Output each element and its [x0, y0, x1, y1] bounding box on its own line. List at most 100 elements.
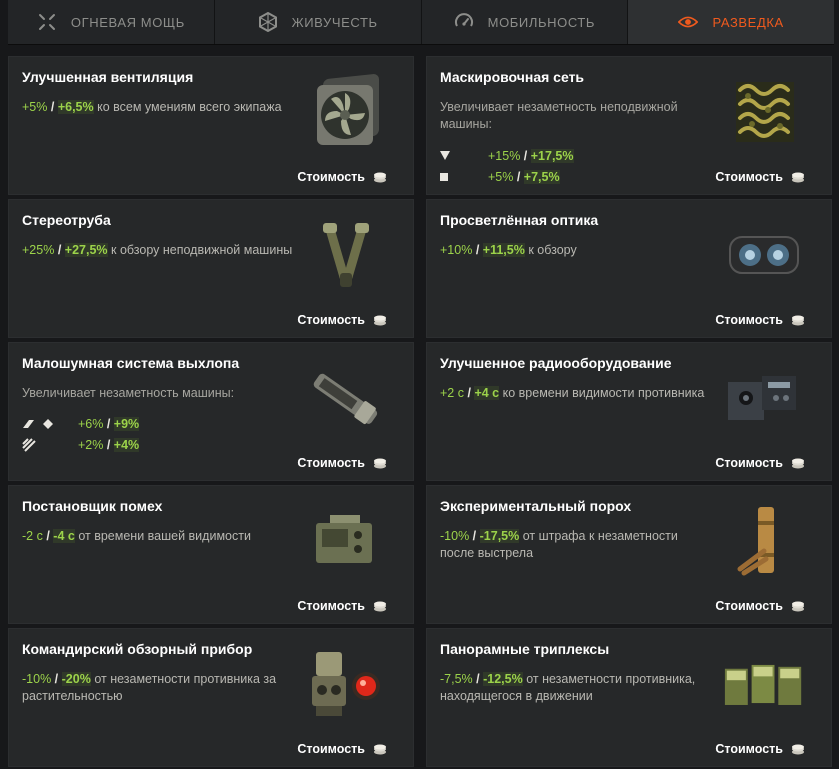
- coin-stack-icon: [791, 172, 805, 183]
- triangle-down-icon: [440, 151, 488, 160]
- base-value: +25%: [22, 243, 55, 257]
- cost-label: Стоимость: [715, 742, 783, 756]
- card-title: Просветлённая оптика: [440, 212, 599, 228]
- stat-row: +15% / +17,5%: [440, 145, 640, 166]
- bonus-value: -12,5%: [483, 672, 523, 686]
- card-description: +2 с / +4 с ко времени видимости противн…: [440, 386, 705, 400]
- equipment-card-coated-optics[interactable]: Просветлённая оптика +10% / +11,5% к обз…: [426, 199, 832, 338]
- tab-mobility[interactable]: МОБИЛЬНОСТЬ: [422, 0, 629, 44]
- card-title: Улучшенная вентиляция: [22, 69, 194, 85]
- exhaust-system-icon: [305, 357, 387, 439]
- card-description: +10% / +11,5% к обзору: [440, 243, 577, 257]
- equipment-grid: Улучшенная вентиляция +5% / +6,5% ко все…: [8, 56, 834, 767]
- card-description: -7,5% / -12,5% от незаметности противник…: [440, 672, 696, 703]
- base-value: +5%: [488, 169, 514, 184]
- triplex-blocks-icon: [723, 643, 805, 725]
- tab-label: МОБИЛЬНОСТЬ: [487, 14, 596, 30]
- bonus-value: -20%: [61, 672, 91, 686]
- stat-row: +2% / +4%: [22, 434, 222, 455]
- equipment-card-improved-radio[interactable]: Улучшенное радиооборудование +2 с / +4 с…: [426, 342, 832, 481]
- card-description: Увеличивает незаметность неподвижной маш…: [440, 100, 678, 131]
- cost-indicator: Стоимость: [715, 313, 805, 327]
- category-tabs: ОГНЕВАЯ МОЩЬ ЖИВУЧЕСТЬ МОБИЛЬНОСТЬ РАЗВЕ…: [8, 0, 834, 45]
- coin-stack-icon: [373, 172, 387, 183]
- bonus-value: +11,5%: [482, 243, 525, 257]
- base-value: -10%: [440, 529, 470, 543]
- cost-indicator: Стоимость: [297, 456, 387, 470]
- effect-text: к обзору неподвижной машины: [111, 243, 293, 257]
- square-icon: [440, 172, 488, 181]
- base-value: -7,5%: [440, 672, 473, 686]
- equipment-card-low-noise-exhaust[interactable]: Малошумная система выхлопа Увеличивает н…: [8, 342, 414, 481]
- card-title: Малошумная система выхлопа: [22, 355, 240, 371]
- stat-rows: +15% / +17,5% +5% / +7,5%: [440, 145, 640, 187]
- tab-firepower[interactable]: ОГНЕВАЯ МОЩЬ: [8, 0, 215, 44]
- effect-text: к обзору: [528, 243, 577, 257]
- stat-row: +5% / +7,5%: [440, 166, 640, 187]
- cost-indicator: Стоимость: [715, 456, 805, 470]
- stereoscope-icon: [305, 214, 387, 296]
- radio-equipment-icon: [723, 357, 805, 439]
- tab-label: ЖИВУЧЕСТЬ: [291, 14, 378, 30]
- coin-stack-icon: [791, 315, 805, 326]
- equipment-card-panoramic-triplex[interactable]: Панорамные триплексы -7,5% / -12,5% от н…: [426, 628, 832, 767]
- effect-text: от штрафа к незаметности после выстрела: [440, 529, 678, 560]
- bonus-value: +4 с: [474, 386, 500, 400]
- powder-charges-icon: [723, 500, 805, 582]
- bonus-value: +9%: [113, 416, 140, 431]
- coin-stack-icon: [791, 601, 805, 612]
- cost-indicator: Стоимость: [715, 599, 805, 613]
- base-value: +2 с: [440, 386, 464, 400]
- card-title: Улучшенное радиооборудование: [440, 355, 672, 371]
- bonus-value: +6,5%: [57, 100, 94, 114]
- tab-survivability[interactable]: ЖИВУЧЕСТЬ: [215, 0, 422, 44]
- crosshair-icon: [37, 12, 57, 32]
- coin-stack-icon: [373, 744, 387, 755]
- bonus-value: +17,5%: [530, 148, 574, 163]
- cost-label: Стоимость: [297, 313, 365, 327]
- cost-indicator: Стоимость: [297, 599, 387, 613]
- equipment-card-commander-sight[interactable]: Командирский обзорный прибор -10% / -20%…: [8, 628, 414, 767]
- base-value: +15%: [488, 148, 521, 163]
- cost-label: Стоимость: [715, 456, 783, 470]
- card-title: Командирский обзорный прибор: [22, 641, 253, 657]
- cost-indicator: Стоимость: [297, 313, 387, 327]
- card-description: -10% / -17,5% от штрафа к незаметности п…: [440, 529, 678, 560]
- effect-text: от незаметности противника за растительн…: [22, 672, 277, 703]
- jammer-icon: [305, 500, 387, 582]
- stat-rows: +6% / +9% +2% / +4%: [22, 413, 222, 455]
- card-title: Стереотруба: [22, 212, 111, 228]
- bonus-value: +7,5%: [523, 169, 560, 184]
- effect-text: ко всем умениям всего экипажа: [97, 100, 282, 114]
- effect-text: ко времени видимости противника: [502, 386, 705, 400]
- cost-label: Стоимость: [297, 170, 365, 184]
- equipment-card-experimental-powder[interactable]: Экспериментальный порох -10% / -17,5% от…: [426, 485, 832, 624]
- card-title: Постановщик помех: [22, 498, 163, 514]
- coin-stack-icon: [373, 315, 387, 326]
- equipment-panel: ОГНЕВАЯ МОЩЬ ЖИВУЧЕСТЬ МОБИЛЬНОСТЬ РАЗВЕ…: [0, 0, 839, 769]
- card-description: +5% / +6,5% ко всем умениям всего экипаж…: [22, 100, 282, 114]
- equipment-card-stereoscope[interactable]: Стереотруба +25% / +27,5% к обзору непод…: [8, 199, 414, 338]
- bonus-value: +4%: [113, 437, 140, 452]
- vehicle-class-heavy-medium-icon: [22, 418, 70, 430]
- card-title: Панорамные триплексы: [440, 641, 610, 657]
- equipment-card-camouflage-net[interactable]: Маскировочная сеть Увеличивает незаметно…: [426, 56, 832, 195]
- coin-stack-icon: [791, 458, 805, 469]
- tab-reconnaissance[interactable]: РАЗВЕДКА: [628, 0, 834, 44]
- card-description: -2 с / -4 с от времени вашей видимости: [22, 529, 251, 543]
- cost-label: Стоимость: [715, 313, 783, 327]
- coin-stack-icon: [791, 744, 805, 755]
- bonus-value: -4 с: [53, 529, 75, 543]
- base-value: -2 с: [22, 529, 43, 543]
- equipment-card-improved-ventilation[interactable]: Улучшенная вентиляция +5% / +6,5% ко все…: [8, 56, 414, 195]
- tab-label: РАЗВЕДКА: [712, 14, 784, 30]
- stat-row: +6% / +9%: [22, 413, 222, 434]
- equipment-card-jammer[interactable]: Постановщик помех -2 с / -4 с от времени…: [8, 485, 414, 624]
- coated-optics-icon: [723, 214, 805, 296]
- cost-indicator: Стоимость: [297, 170, 387, 184]
- base-value: +6%: [78, 416, 104, 431]
- base-value: -10%: [22, 672, 52, 686]
- card-title: Экспериментальный порох: [440, 498, 632, 514]
- hexagon-armor-icon: [258, 12, 278, 32]
- card-description: +25% / +27,5% к обзору неподвижной машин…: [22, 243, 293, 257]
